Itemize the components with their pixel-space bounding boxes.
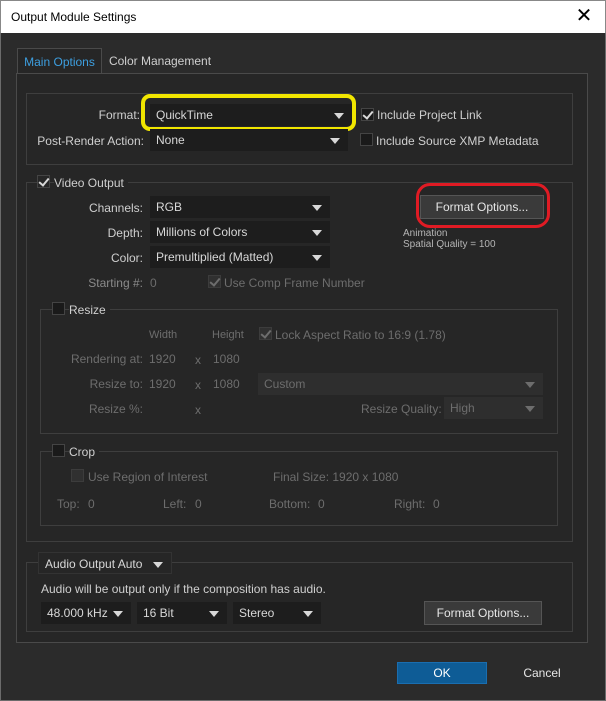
audio-output-mode-value: Audio Output Auto [45,557,143,571]
chevron-down-icon [303,611,313,617]
depth-select[interactable]: Millions of Colors [150,221,330,243]
include-project-link-label: Include Project Link [377,108,482,122]
resize-quality-label: Resize Quality: [361,402,442,416]
crop-left-value[interactable]: 0 [195,497,202,511]
audio-bits-select[interactable]: 16 Bit [137,602,227,624]
color-label: Color: [110,251,143,265]
post-render-value: None [156,133,185,147]
use-roi-checkbox[interactable] [71,469,84,482]
post-render-select[interactable]: None [150,129,348,151]
window-title: Output Module Settings [11,10,137,24]
final-size: Final Size: 1920 x 1080 [273,470,399,484]
crop-bottom-label: Bottom: [269,497,311,511]
rendering-width: 1920 [149,352,176,366]
include-project-link-checkbox[interactable] [361,108,374,121]
starting-number-label: Starting #: [88,276,143,290]
codec-name: Animation [403,228,448,239]
chevron-down-icon [525,382,535,388]
format-label: Format: [98,108,140,122]
resize-percent-x: x [195,403,201,417]
video-output-checkbox[interactable] [37,175,50,188]
resize-to-x: x [195,378,201,392]
crop-left-label: Left: [163,497,187,511]
audio-format-options-label: Format Options... [436,606,530,620]
width-header: Width [149,329,178,341]
audio-channels-select[interactable]: Stereo [233,602,321,624]
chevron-down-icon [525,406,535,412]
starting-number-field[interactable]: 0 [150,276,157,290]
ok-button-label: OK [433,666,451,680]
resize-to-width[interactable]: 1920 [149,377,176,391]
chevron-down-icon [153,562,163,568]
resize-quality-select[interactable]: High [444,397,543,419]
use-roi-label: Use Region of Interest [88,470,208,484]
channels-label: Channels: [88,201,143,215]
tab-main-options-label: Main Options [24,55,95,69]
lock-aspect-checkbox[interactable] [259,327,272,340]
depth-value: Millions of Colors [156,225,248,239]
crop-top-value[interactable]: 0 [88,497,95,511]
lock-aspect-label: Lock Aspect Ratio to 16:9 (1.78) [275,328,446,342]
resize-label: Resize [69,303,110,317]
channels-select[interactable]: RGB [150,196,330,218]
audio-channels-value: Stereo [239,606,275,620]
crop-group [40,451,558,526]
rendering-x: x [195,353,201,367]
chevron-down-icon [312,255,322,261]
chevron-down-icon [312,230,322,236]
crop-bottom-value[interactable]: 0 [318,497,325,511]
tab-main-options[interactable]: Main Options [17,48,102,74]
cancel-button-label: Cancel [523,666,561,680]
tab-color-management-label: Color Management [108,54,212,68]
crop-label: Crop [69,445,100,459]
color-value: Premultiplied (Matted) [156,250,274,264]
tab-color-management[interactable]: Color Management [104,48,216,74]
color-select[interactable]: Premultiplied (Matted) [150,246,330,268]
cancel-button[interactable]: Cancel [497,662,587,684]
use-comp-frame-checkbox[interactable] [208,275,221,288]
channels-value: RGB [156,200,183,214]
resize-to-label: Resize to: [89,377,143,391]
include-xmp-checkbox[interactable] [360,133,373,146]
close-icon[interactable]: ✕ [573,4,595,28]
include-xmp-label: Include Source XMP Metadata [376,134,539,148]
post-render-label: Post-Render Action: [37,134,144,148]
resize-quality-value: High [450,401,475,415]
rendering-at-label: Rendering at: [70,352,143,366]
depth-label: Depth: [107,226,143,240]
chevron-down-icon [113,611,123,617]
height-header: Height [212,329,244,341]
red-highlight [416,183,550,228]
audio-note: Audio will be output only if the composi… [41,582,326,596]
chevron-down-icon [330,138,340,144]
video-output-label: Video Output [54,176,128,190]
crop-right-value[interactable]: 0 [433,497,440,511]
audio-bits-value: 16 Bit [143,606,174,620]
audio-rate-value: 48.000 kHz [47,606,108,620]
resize-checkbox[interactable] [52,302,65,315]
audio-format-options-button[interactable]: Format Options... [424,601,542,625]
rendering-height: 1080 [213,352,240,366]
chevron-down-icon [312,205,322,211]
chevron-down-icon [209,611,219,617]
audio-rate-select[interactable]: 48.000 kHz [41,602,131,624]
title-bar: Output Module Settings ✕ [0,0,606,33]
yellow-highlight [141,94,356,131]
use-comp-frame-label: Use Comp Frame Number [224,276,365,290]
resize-percent-label: Resize %: [88,402,143,416]
ok-button[interactable]: OK [397,662,487,684]
crop-right-label: Right: [394,497,426,511]
crop-top-label: Top: [57,497,80,511]
crop-checkbox[interactable] [52,444,65,457]
codec-quality: Spatial Quality = 100 [403,239,496,250]
resize-preset-value: Custom [264,377,306,391]
resize-to-height[interactable]: 1080 [213,377,240,391]
resize-preset-select[interactable]: Custom [258,373,543,395]
audio-output-mode-select[interactable]: Audio Output Auto [38,552,172,574]
